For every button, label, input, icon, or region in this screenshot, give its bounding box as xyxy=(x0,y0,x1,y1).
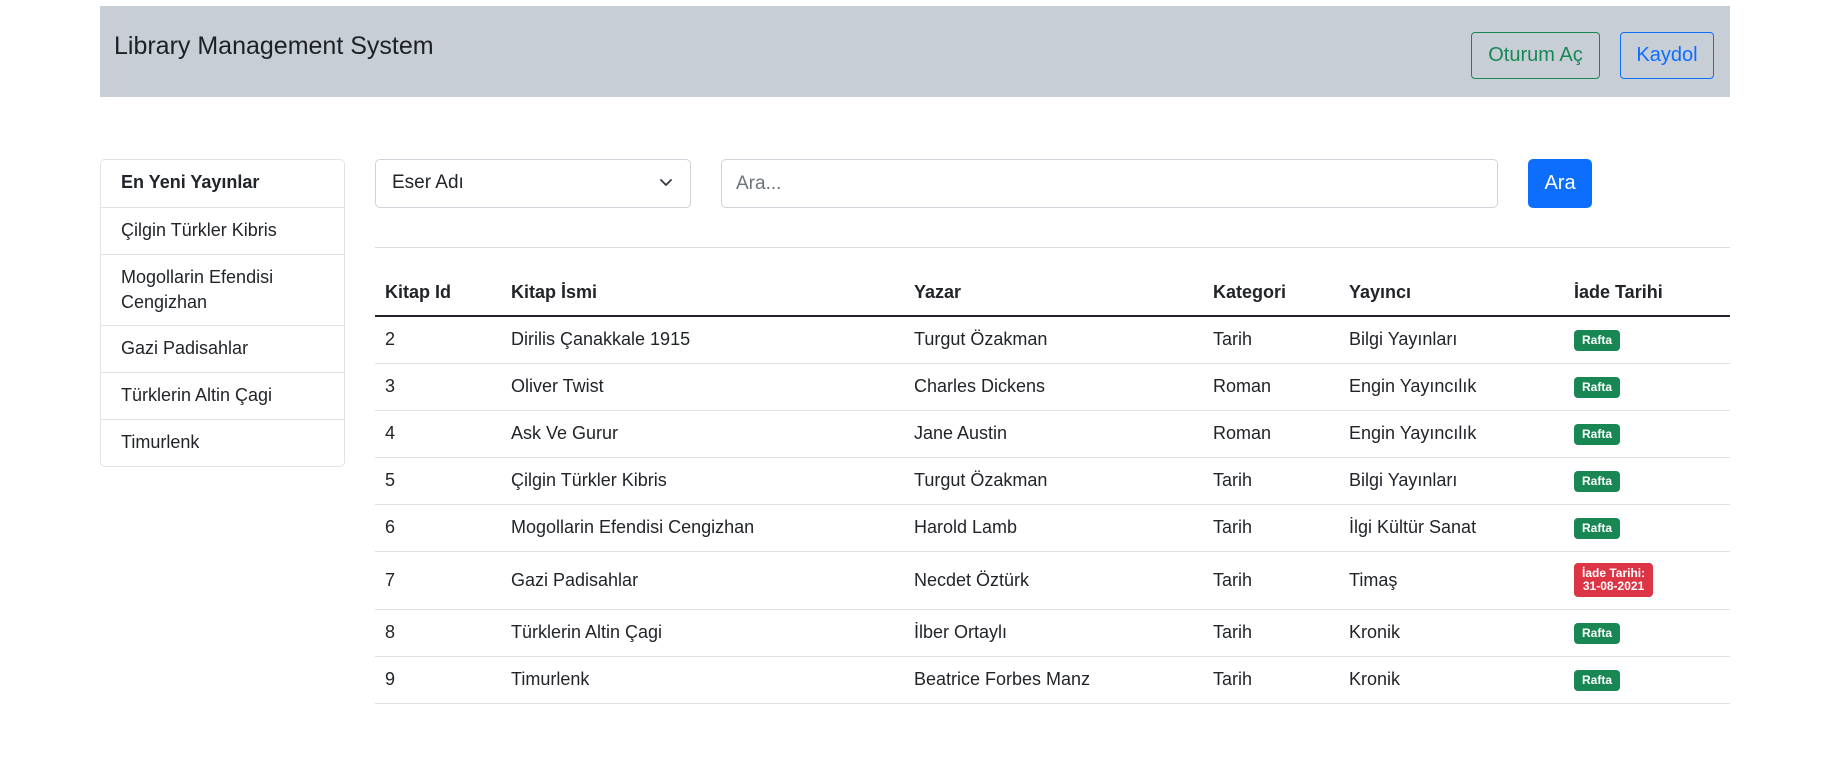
cell-status: Rafta xyxy=(1564,609,1730,657)
cell-author: Turgut Özakman xyxy=(904,457,1203,505)
cell-status: Rafta xyxy=(1564,504,1730,552)
header-kitap-ismi: Kitap İsmi xyxy=(501,270,904,317)
cell-id: 9 xyxy=(375,656,501,704)
cell-status: Rafta xyxy=(1564,457,1730,505)
cell-id: 4 xyxy=(375,410,501,458)
cell-id: 8 xyxy=(375,609,501,657)
cell-publisher: İlgi Kültür Sanat xyxy=(1339,504,1564,552)
status-badge: Rafta xyxy=(1574,623,1621,644)
select-value: Eser Adı xyxy=(392,172,464,193)
brand-title: Library Management System xyxy=(114,32,434,60)
table-row: 6 Mogollarin Efendisi Cengizhan Harold L… xyxy=(375,504,1730,552)
cell-id: 3 xyxy=(375,363,501,411)
sidebar-item-turklerin-altin-cagi[interactable]: Türklerin Altin Çagi xyxy=(101,372,344,419)
cell-author: Jane Austin xyxy=(904,410,1203,458)
table-row: 3 Oliver Twist Charles Dickens Roman Eng… xyxy=(375,363,1730,411)
cell-publisher: Timaş xyxy=(1339,551,1564,610)
return-date-badge: İade Tarihi: 31-08-2021 xyxy=(1574,563,1654,597)
cell-publisher: Kronik xyxy=(1339,609,1564,657)
divider xyxy=(375,247,1730,248)
chevron-down-icon xyxy=(660,179,672,186)
sidebar-item-timurlenk[interactable]: Timurlenk xyxy=(101,419,344,466)
cell-publisher: Bilgi Yayınları xyxy=(1339,457,1564,505)
cell-category: Tarih xyxy=(1203,316,1339,364)
cell-category: Roman xyxy=(1203,363,1339,411)
cell-category: Tarih xyxy=(1203,504,1339,552)
register-button[interactable]: Kaydol xyxy=(1620,32,1714,79)
cell-author: Beatrice Forbes Manz xyxy=(904,656,1203,704)
cell-publisher: Bilgi Yayınları xyxy=(1339,316,1564,364)
table-row: 4 Ask Ve Gurur Jane Austin Roman Engin Y… xyxy=(375,410,1730,458)
return-date-value: 31-08-2021 xyxy=(1582,579,1645,593)
table-row: 8 Türklerin Altin Çagi İlber Ortaylı Tar… xyxy=(375,609,1730,657)
status-badge: Rafta xyxy=(1574,377,1621,398)
cell-name: Mogollarin Efendisi Cengizhan xyxy=(501,504,904,552)
header-yayinci: Yayıncı xyxy=(1339,270,1564,317)
return-date-label: İade Tarihi: xyxy=(1582,566,1646,580)
status-badge: Rafta xyxy=(1574,518,1621,539)
status-badge: Rafta xyxy=(1574,330,1621,352)
cell-publisher: Engin Yayıncılık xyxy=(1339,410,1564,458)
books-table: Kitap Id Kitap İsmi Yazar Kategori Yayın… xyxy=(375,270,1730,704)
cell-id: 5 xyxy=(375,457,501,505)
cell-author: Necdet Öztürk xyxy=(904,551,1203,610)
cell-publisher: Engin Yayıncılık xyxy=(1339,363,1564,411)
cell-name: Oliver Twist xyxy=(501,363,904,411)
cell-name: Timurlenk xyxy=(501,656,904,704)
cell-category: Tarih xyxy=(1203,551,1339,610)
cell-id: 7 xyxy=(375,551,501,610)
cell-author: Harold Lamb xyxy=(904,504,1203,552)
cell-name: Çilgin Türkler Kibris xyxy=(501,457,904,505)
search-input[interactable] xyxy=(721,159,1498,208)
sidebar-list: En Yeni Yayınlar Çilgin Türkler Kibris M… xyxy=(100,159,345,467)
sidebar-item-cilgin-turkler-kibris[interactable]: Çilgin Türkler Kibris xyxy=(101,207,344,254)
cell-name: Gazi Padisahlar xyxy=(501,551,904,610)
cell-id: 2 xyxy=(375,316,501,364)
cell-status: İade Tarihi: 31-08-2021 xyxy=(1564,551,1730,610)
cell-name: Ask Ve Gurur xyxy=(501,410,904,458)
header-kitap-id: Kitap Id xyxy=(375,270,501,317)
status-badge: Rafta xyxy=(1574,424,1621,445)
sidebar-item-mogollarin-efendisi[interactable]: Mogollarin Efendisi Cengizhan xyxy=(101,254,344,325)
cell-publisher: Kronik xyxy=(1339,656,1564,704)
cell-author: Turgut Özakman xyxy=(904,316,1203,364)
table-row: 7 Gazi Padisahlar Necdet Öztürk Tarih Ti… xyxy=(375,551,1730,610)
cell-name: Dirilis Çanakkale 1915 xyxy=(501,316,904,364)
login-button[interactable]: Oturum Aç xyxy=(1471,32,1600,79)
cell-name: Türklerin Altin Çagi xyxy=(501,609,904,657)
header-yazar: Yazar xyxy=(904,270,1203,317)
status-badge: Rafta xyxy=(1574,471,1621,492)
status-badge: Rafta xyxy=(1574,670,1621,691)
cell-category: Tarih xyxy=(1203,609,1339,657)
search-button[interactable]: Ara xyxy=(1528,159,1592,208)
cell-id: 6 xyxy=(375,504,501,552)
table-row: 2 Dirilis Çanakkale 1915 Turgut Özakman … xyxy=(375,316,1730,364)
cell-status: Rafta xyxy=(1564,316,1730,364)
navbar: Library Management System Oturum Aç Kayd… xyxy=(100,6,1730,97)
cell-status: Rafta xyxy=(1564,410,1730,458)
cell-category: Roman xyxy=(1203,410,1339,458)
table-header-row: Kitap Id Kitap İsmi Yazar Kategori Yayın… xyxy=(375,270,1730,317)
sidebar-item-gazi-padisahlar[interactable]: Gazi Padisahlar xyxy=(101,325,344,372)
header-iade-tarihi: İade Tarihi xyxy=(1564,270,1730,317)
table-row: 9 Timurlenk Beatrice Forbes Manz Tarih K… xyxy=(375,656,1730,704)
table-row: 5 Çilgin Türkler Kibris Turgut Özakman T… xyxy=(375,457,1730,505)
cell-category: Tarih xyxy=(1203,457,1339,505)
cell-status: Rafta xyxy=(1564,656,1730,704)
cell-author: Charles Dickens xyxy=(904,363,1203,411)
sidebar-header-newest: En Yeni Yayınlar xyxy=(121,172,260,192)
cell-status: Rafta xyxy=(1564,363,1730,411)
cell-category: Tarih xyxy=(1203,656,1339,704)
search-field-select[interactable]: Eser Adı xyxy=(375,159,691,208)
cell-author: İlber Ortaylı xyxy=(904,609,1203,657)
header-kategori: Kategori xyxy=(1203,270,1339,317)
